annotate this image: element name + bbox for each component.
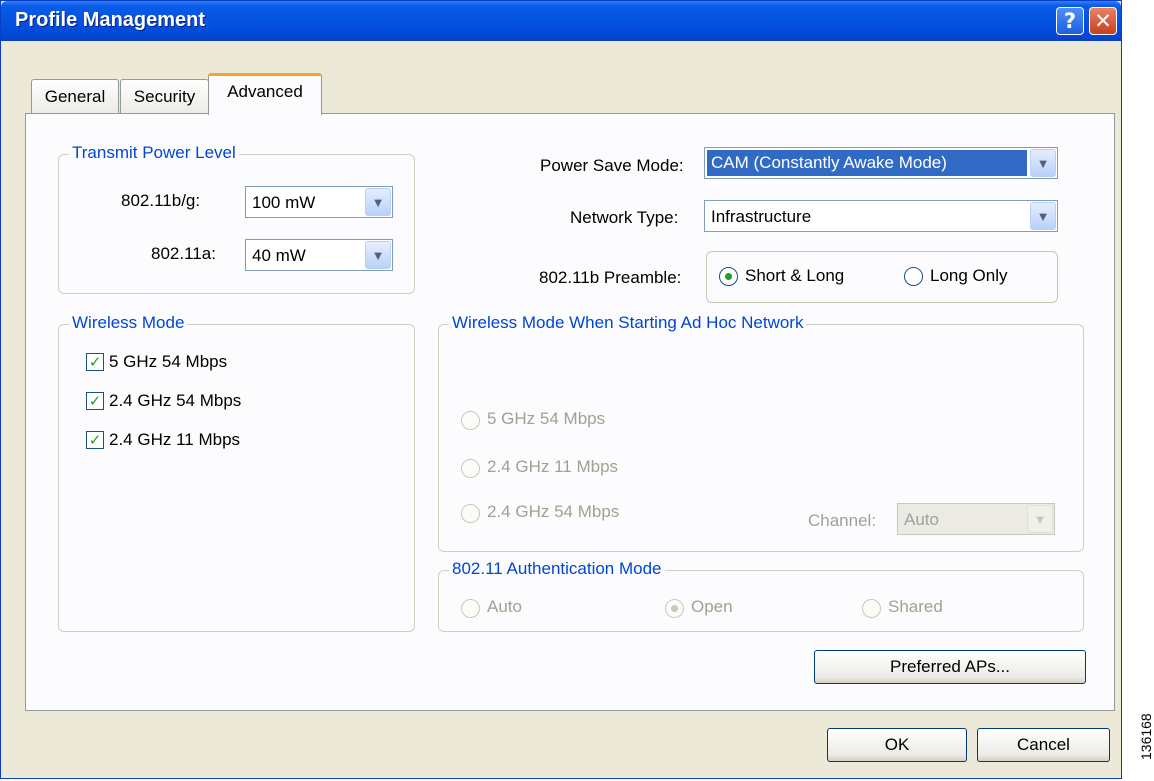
advanced-tab-panel: Transmit Power Level 802.11b/g: 100 mW ▼… <box>25 113 1115 711</box>
a-power-value: 40 mW <box>252 246 306 265</box>
title-bar[interactable]: Profile Management ? ✕ <box>1 1 1121 41</box>
tab-label: General <box>44 86 106 106</box>
channel-label: Channel: <box>808 511 877 530</box>
tab-advanced[interactable]: Advanced <box>208 73 322 115</box>
radio-long-only[interactable] <box>904 267 923 286</box>
checkbox-24ghz-11[interactable]: ✓ <box>86 431 104 449</box>
chevron-down-icon[interactable]: ▼ <box>1027 505 1053 533</box>
power-save-label: Power Save Mode: <box>540 156 684 175</box>
checkbox-5ghz-54[interactable]: ✓ <box>86 353 104 371</box>
chevron-down-icon[interactable]: ▼ <box>1030 149 1056 177</box>
adhoc-mode-group: Wireless Mode When Starting Ad Hoc Netwo… <box>438 313 1084 552</box>
button-label: Cancel <box>1017 735 1070 754</box>
network-type-value: Infrastructure <box>711 207 812 226</box>
button-label: Preferred APs... <box>890 657 1010 676</box>
chevron-down-icon[interactable]: ▼ <box>1030 202 1056 230</box>
tab-security[interactable]: Security <box>120 79 209 113</box>
checkbox-label: 2.4 GHz 11 Mbps <box>109 430 241 449</box>
wireless-mode-group: Wireless Mode ✓ 5 GHz 54 Mbps ✓ 2.4 GHz … <box>58 313 415 632</box>
radio-label: Auto <box>487 597 522 616</box>
radio-short-long[interactable] <box>719 267 738 286</box>
tab-label: Security <box>133 86 196 106</box>
network-type-select[interactable]: Infrastructure ▼ <box>704 200 1058 232</box>
radio-label: 5 GHz 54 Mbps <box>487 409 606 428</box>
checkbox-24ghz-54[interactable]: ✓ <box>86 392 104 410</box>
radio-label: 2.4 GHz 11 Mbps <box>487 457 619 476</box>
transmit-power-title: Transmit Power Level <box>69 143 239 163</box>
preamble-group: Short & Long Long Only <box>706 251 1058 303</box>
cancel-button[interactable]: Cancel <box>977 728 1110 762</box>
radio-label: Shared <box>888 597 943 616</box>
preamble-label: 802.11b Preamble: <box>539 268 682 287</box>
channel-select[interactable]: Auto ▼ <box>897 503 1055 535</box>
figure-number: 136168 <box>1138 713 1154 760</box>
a-power-select[interactable]: 40 mW ▼ <box>245 239 393 271</box>
radio-label: Open <box>691 597 733 616</box>
auth-mode-title: 802.11 Authentication Mode <box>449 559 665 579</box>
bg-power-value: 100 mW <box>252 193 316 212</box>
channel-value: Auto <box>904 510 939 529</box>
radio-adhoc-24ghz-11[interactable] <box>461 459 480 478</box>
help-icon: ? <box>1063 9 1077 33</box>
tab-label: Advanced <box>227 82 303 101</box>
close-button[interactable]: ✕ <box>1089 7 1117 35</box>
network-type-label: Network Type: <box>570 208 679 227</box>
power-save-select[interactable]: CAM (Constantly Awake Mode) ▼ <box>704 147 1058 179</box>
ok-button[interactable]: OK <box>827 728 967 762</box>
close-icon: ✕ <box>1094 9 1112 33</box>
radio-adhoc-5ghz-54[interactable] <box>461 411 480 430</box>
checkmark-icon: ✓ <box>88 431 102 449</box>
chevron-down-icon[interactable]: ▼ <box>365 188 391 216</box>
wireless-mode-title: Wireless Mode <box>69 313 188 333</box>
auth-mode-group: 802.11 Authentication Mode Auto Open Sha… <box>438 559 1084 632</box>
chevron-down-icon[interactable]: ▼ <box>365 241 391 269</box>
radio-label: Short & Long <box>745 266 845 285</box>
checkmark-icon: ✓ <box>88 353 102 371</box>
radio-auth-auto[interactable] <box>461 599 480 618</box>
radio-auth-open[interactable] <box>665 599 684 618</box>
adhoc-mode-title: Wireless Mode When Starting Ad Hoc Netwo… <box>449 313 807 333</box>
window-title: Profile Management <box>15 9 206 31</box>
checkbox-label: 5 GHz 54 Mbps <box>109 352 228 371</box>
radio-label: Long Only <box>930 266 1008 285</box>
checkbox-label: 2.4 GHz 54 Mbps <box>109 391 242 410</box>
power-save-value: CAM (Constantly Awake Mode) <box>707 150 1027 176</box>
profile-management-window: Profile Management ? ✕ General Security … <box>0 0 1122 779</box>
radio-auth-shared[interactable] <box>862 599 881 618</box>
preferred-aps-button[interactable]: Preferred APs... <box>814 650 1086 684</box>
bg-power-select[interactable]: 100 mW ▼ <box>245 186 393 218</box>
help-button[interactable]: ? <box>1056 7 1084 35</box>
transmit-power-group: Transmit Power Level 802.11b/g: 100 mW ▼… <box>58 143 415 294</box>
checkmark-icon: ✓ <box>88 392 102 410</box>
radio-adhoc-24ghz-54[interactable] <box>461 504 480 523</box>
a-power-label: 802.11a: <box>151 244 216 263</box>
radio-label: 2.4 GHz 54 Mbps <box>487 502 620 521</box>
bg-power-label: 802.11b/g: <box>121 191 201 210</box>
tab-general[interactable]: General <box>31 79 119 113</box>
button-label: OK <box>884 735 910 754</box>
